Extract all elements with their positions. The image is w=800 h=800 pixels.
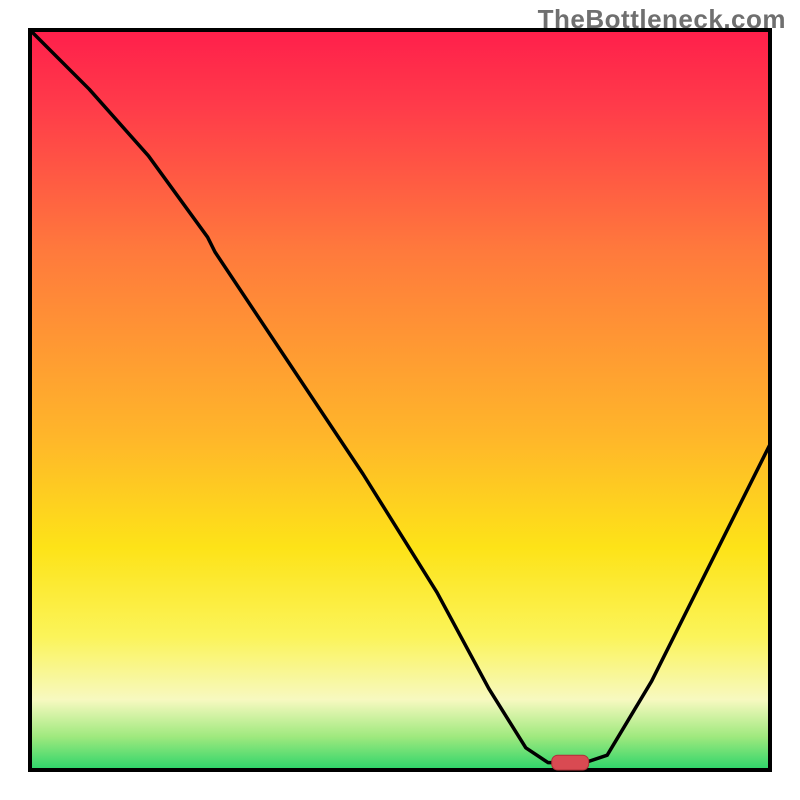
bottleneck-plot	[0, 0, 800, 800]
gradient-background	[30, 30, 770, 770]
plot-area	[30, 30, 770, 770]
optimal-marker	[552, 755, 589, 770]
chart-container: TheBottleneck.com	[0, 0, 800, 800]
